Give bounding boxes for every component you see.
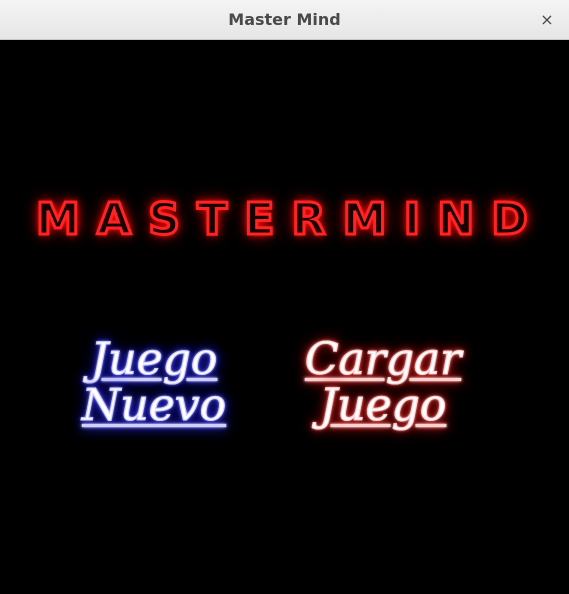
new-game-label-line2: Nuevo (81, 380, 227, 431)
logo-letter: I (402, 193, 421, 247)
logo-letter: A (95, 193, 132, 247)
load-game-label-line1: Cargar (304, 334, 462, 385)
logo-letter: N (436, 193, 476, 247)
load-game-button[interactable]: Cargar Juego (282, 334, 484, 431)
mastermind-logo: M A S T E R M I N D (35, 193, 530, 247)
window-title: Master Mind (228, 10, 341, 29)
app-window: Master Mind × M A S T E R M I N D Juego … (0, 0, 569, 594)
logo-letter: E (243, 193, 276, 247)
game-canvas: M A S T E R M I N D Juego Nuevo Cargar J… (0, 41, 569, 594)
load-game-label-line2: Juego (319, 380, 447, 431)
title-bar: Master Mind × (0, 0, 569, 40)
logo-letter: D (490, 193, 529, 247)
logo-letter: T (196, 193, 229, 247)
logo-letter: M (35, 193, 82, 247)
logo-letter: S (147, 193, 182, 247)
close-button[interactable]: × (535, 8, 559, 32)
logo-letter: R (290, 193, 327, 247)
new-game-button[interactable]: Juego Nuevo (58, 334, 250, 431)
new-game-label-line1: Juego (90, 334, 218, 385)
logo-letter: M (341, 193, 388, 247)
